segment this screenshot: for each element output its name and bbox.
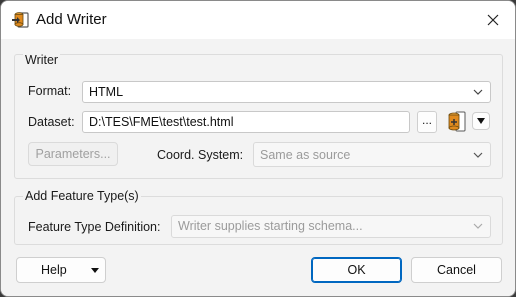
- close-button[interactable]: [471, 1, 515, 39]
- title-bar: Add Writer: [1, 1, 515, 39]
- help-button[interactable]: Help: [16, 257, 106, 283]
- dataset-dropdown-button[interactable]: [472, 112, 490, 130]
- format-select[interactable]: HTML: [82, 81, 491, 103]
- help-label: Help: [41, 263, 67, 277]
- coord-system-value: Same as source: [260, 148, 351, 162]
- close-icon: [487, 14, 499, 26]
- parameters-button[interactable]: Parameters...: [28, 142, 118, 166]
- browse-button[interactable]: ...: [417, 111, 437, 133]
- dataset-value: D:\TES\FME\test\test.html: [89, 115, 234, 129]
- feature-type-definition-label: Feature Type Definition:: [28, 220, 161, 234]
- ok-button[interactable]: OK: [311, 257, 402, 283]
- dataset-input[interactable]: D:\TES\FME\test\test.html: [82, 111, 410, 133]
- dialog-content: Writer Format: HTML Dataset: D:\TES\FME\…: [1, 39, 515, 296]
- feature-type-definition-select[interactable]: Writer supplies starting schema...: [171, 215, 491, 238]
- chevron-down-icon: [473, 89, 483, 95]
- chevron-down-icon: [473, 152, 483, 158]
- coord-system-label: Coord. System:: [157, 148, 244, 162]
- writer-icon: [11, 10, 31, 30]
- feature-type-definition-value: Writer supplies starting schema...: [178, 219, 363, 233]
- cancel-button[interactable]: Cancel: [411, 257, 502, 283]
- dataset-label: Dataset:: [28, 115, 75, 129]
- triangle-down-icon: [91, 268, 99, 273]
- dataset-options-icon[interactable]: [445, 110, 467, 134]
- writer-group-title: Writer: [23, 53, 61, 67]
- triangle-down-icon: [477, 118, 485, 124]
- browse-label: ...: [421, 113, 432, 127]
- format-label: Format:: [28, 84, 72, 98]
- feature-type-group-title: Add Feature Type(s): [23, 189, 141, 203]
- chevron-down-icon: [473, 223, 483, 229]
- format-value: HTML: [89, 85, 124, 99]
- dialog-title: Add Writer: [36, 11, 107, 28]
- coord-system-select[interactable]: Same as source: [253, 142, 491, 167]
- add-writer-dialog: Add Writer Writer Format: HTML Dataset: …: [0, 0, 516, 297]
